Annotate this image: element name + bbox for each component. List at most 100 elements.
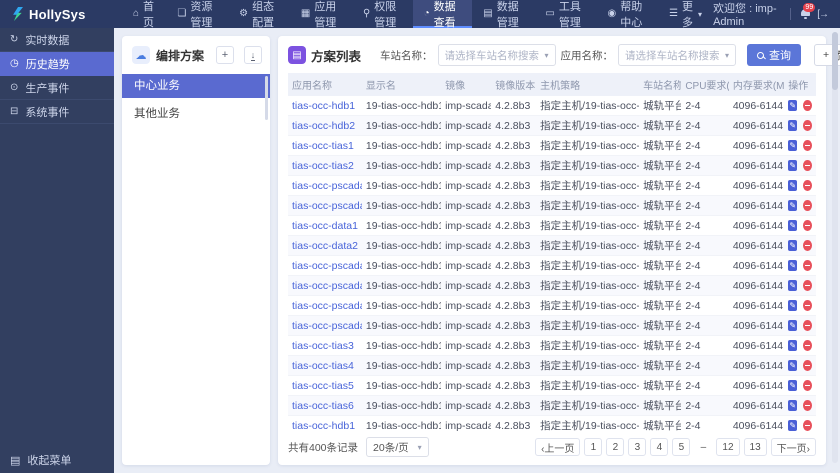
hollysys-logo-icon (13, 7, 23, 21)
edit-icon[interactable]: ✎ (788, 200, 798, 211)
edit-icon[interactable]: ✎ (788, 240, 798, 251)
page-button[interactable]: ‹上一页 (535, 438, 581, 456)
app-name-link[interactable]: tias-occ-pscada1 (292, 200, 362, 212)
nav-more[interactable]: ☰ 更多 ▾ (658, 0, 713, 29)
app-name-link[interactable]: tias-occ-data2 (292, 240, 358, 252)
page-button[interactable]: 3 (628, 438, 647, 456)
nav-help-center[interactable]: ◉ 帮助中心 ▾ (596, 0, 658, 29)
sidebar-item-realtime-data[interactable]: ↻ 实时数据 (0, 28, 114, 52)
edit-icon[interactable]: ✎ (788, 100, 798, 111)
sync-icon: ↻ (10, 33, 19, 45)
add-plan-button[interactable]: + (216, 46, 234, 64)
delete-icon[interactable] (803, 200, 812, 211)
edit-icon[interactable]: ✎ (788, 120, 798, 131)
memory-cell: 4096-6144 (728, 415, 785, 431)
app-name-link[interactable]: tias-occ-hdb1 (292, 100, 355, 112)
display-name-cell: 19-tias-occ-hdb1 (361, 255, 442, 276)
nav-app-manage[interactable]: ▦ 应用管理 ▾ (290, 0, 352, 29)
page-button[interactable]: 5 (672, 438, 691, 456)
edit-icon[interactable]: ✎ (788, 400, 798, 411)
page-button[interactable]: 4 (650, 438, 669, 456)
delete-icon[interactable] (803, 160, 812, 171)
app-name-link[interactable]: tias-occ-pscada4 (292, 280, 362, 292)
app-name-link[interactable]: tias-occ-pscada6 (292, 320, 362, 332)
edit-icon[interactable]: ✎ (788, 280, 798, 291)
plan-item-other-business[interactable]: 其他业务 (122, 102, 270, 126)
nav-home[interactable]: ⌂ 首页 ▾ (122, 0, 166, 29)
app-name-link[interactable]: tias-occ-hdb1 (292, 420, 355, 432)
app-name-link[interactable]: tias-occ-tias5 (292, 380, 354, 392)
delete-icon[interactable] (803, 400, 812, 411)
memory-cell: 4096-6144 (728, 195, 785, 216)
edit-icon[interactable]: ✎ (788, 420, 798, 431)
page-size-select[interactable]: 20条/页 ▾ (366, 437, 429, 457)
delete-icon[interactable] (803, 360, 812, 371)
delete-icon[interactable] (803, 180, 812, 191)
app-name-link[interactable]: tias-occ-tias2 (292, 160, 354, 172)
delete-icon[interactable] (803, 420, 812, 431)
delete-icon[interactable] (803, 320, 812, 331)
app-name-link[interactable]: tias-occ-pscada1 (292, 180, 362, 192)
sidebar-item-history-trend[interactable]: ◷ 历史趋势 (0, 52, 114, 76)
edit-icon[interactable]: ✎ (788, 340, 798, 351)
station-select[interactable]: 请选择车站名称搜索 ▾ (437, 44, 556, 66)
plan-item-center-business[interactable]: 中心业务 (122, 74, 270, 98)
edit-icon[interactable]: ✎ (788, 300, 798, 311)
delete-icon[interactable] (803, 340, 812, 351)
page-button[interactable]: 1 (584, 438, 603, 456)
data-view-icon: ◔ (423, 8, 430, 19)
vertical-scrollbar[interactable] (832, 32, 838, 463)
delete-icon[interactable] (803, 100, 812, 111)
nav-tool-manage[interactable]: ▭ 工具管理 ▾ (534, 0, 596, 29)
app-name-link[interactable]: tias-occ-data1 (292, 220, 358, 232)
app-name-link[interactable]: tias-occ-tias4 (292, 360, 354, 372)
delete-icon[interactable] (803, 240, 812, 251)
delete-icon[interactable] (803, 120, 812, 131)
app-name-link[interactable]: tias-occ-pscada5 (292, 300, 362, 312)
delete-icon[interactable] (803, 260, 812, 271)
page-button[interactable]: 12 (716, 438, 740, 456)
memory-cell: 4096-6144 (728, 96, 785, 116)
delete-icon[interactable] (803, 380, 812, 391)
memory-cell: 4096-6144 (728, 135, 785, 156)
scrollbar-thumb[interactable] (832, 32, 838, 90)
page-button[interactable]: 下一页› (770, 438, 816, 456)
sidebar-item-production-events[interactable]: ⊙ 生产事件 (0, 76, 114, 100)
logout-icon[interactable]: [→ (817, 9, 829, 20)
delete-icon[interactable] (803, 220, 812, 231)
memory-cell: 4096-6144 (728, 215, 785, 236)
host-policy-cell: 指定主机/19-tias-occ-hdb1 (536, 415, 640, 431)
delete-icon[interactable] (803, 140, 812, 151)
collapse-menu-button[interactable]: ▤ 收起菜单 (0, 447, 114, 473)
sidebar-item-system-events[interactable]: ⊟ 系统事件 (0, 100, 114, 124)
app-name-link[interactable]: tias-occ-hdb2 (292, 120, 355, 132)
search-button[interactable]: 查询 (747, 44, 802, 66)
edit-icon[interactable]: ✎ (788, 360, 798, 371)
edit-icon[interactable]: ✎ (788, 380, 798, 391)
import-plan-button[interactable]: ↓ (244, 46, 262, 64)
app-select[interactable]: 请选择车站名称搜索 ▾ (618, 44, 737, 66)
app-name-link[interactable]: tias-occ-pscada3 (292, 260, 362, 272)
host-policy-cell: 指定主机/19-tias-occ-hdb1 (536, 295, 640, 316)
nav-data-view[interactable]: ◔ 数据查看 ▾ (412, 0, 473, 29)
page-button[interactable]: 2 (606, 438, 625, 456)
nav-permission[interactable]: ⚲ 权限管理 ▾ (352, 0, 413, 29)
app-name-link[interactable]: tias-occ-tias6 (292, 400, 354, 412)
edit-icon[interactable]: ✎ (788, 140, 798, 151)
edit-icon[interactable]: ✎ (788, 260, 798, 271)
delete-icon[interactable] (803, 280, 812, 291)
edit-icon[interactable]: ✎ (788, 160, 798, 171)
app-name-link[interactable]: tias-occ-tias3 (292, 340, 354, 352)
edit-icon[interactable]: ✎ (788, 220, 798, 231)
delete-icon[interactable] (803, 300, 812, 311)
nav-resource-manage[interactable]: ❏ 资源管理 ▾ (166, 0, 228, 29)
nav-config[interactable]: ⚙ 组态配置 ▾ (228, 0, 290, 29)
app-name-link[interactable]: tias-occ-tias1 (292, 140, 354, 152)
edit-icon[interactable]: ✎ (788, 320, 798, 331)
page-button[interactable]: 13 (743, 438, 767, 456)
nav-data-manage[interactable]: ▤ 数据管理 ▾ (472, 0, 534, 29)
plan-list-scrollbar[interactable] (265, 76, 268, 120)
edit-icon[interactable]: ✎ (788, 180, 798, 191)
notification-bell-icon[interactable]: 99 (800, 3, 816, 20)
image-version-cell: 4.2.8b3 (491, 255, 537, 276)
